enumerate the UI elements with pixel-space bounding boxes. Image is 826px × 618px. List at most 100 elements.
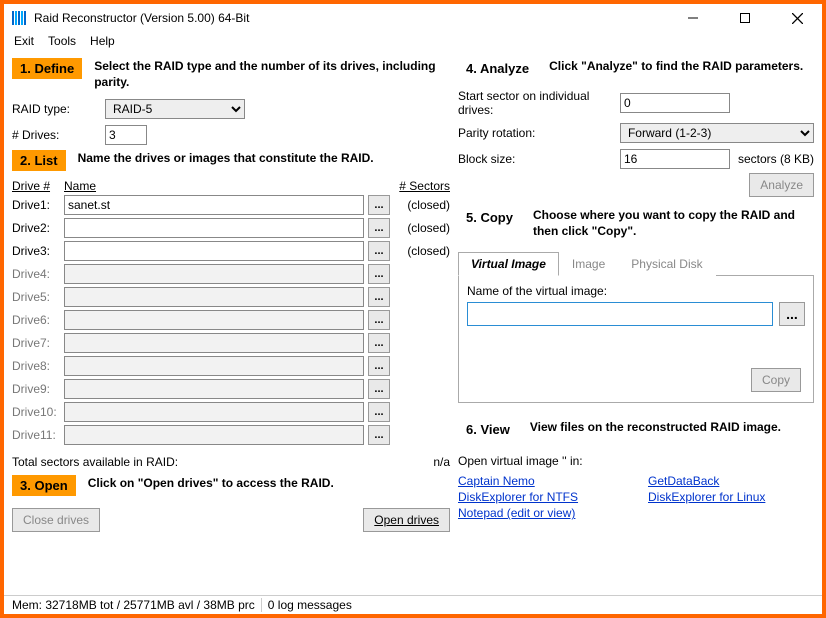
step-copy-badge: 5. Copy (458, 207, 521, 228)
menu-help[interactable]: Help (90, 34, 115, 48)
analyze-button[interactable]: Analyze (749, 173, 814, 197)
drive-status: (closed) (394, 244, 450, 258)
open-virtual-image-label: Open virtual image '' in: (458, 454, 814, 468)
drive-row: Drive3:... (closed) (12, 241, 450, 261)
tab-physical-disk[interactable]: Physical Disk (618, 252, 715, 276)
left-column: 1. Define Select the RAID type and the n… (12, 56, 450, 593)
virtual-image-input[interactable] (467, 302, 773, 326)
copy-tab-panel: Name of the virtual image: ... Copy (458, 276, 814, 403)
drive-label: Drive4: (12, 267, 60, 281)
tab-virtual-image[interactable]: Virtual Image (458, 252, 559, 276)
drive-label: Drive3: (12, 244, 60, 258)
drive-browse-button: ... (368, 356, 390, 376)
drive-name-input (64, 264, 364, 284)
drive-browse-button: ... (368, 310, 390, 330)
step-list-desc: Name the drives or images that constitut… (78, 150, 374, 166)
step-list-badge: 2. List (12, 150, 66, 171)
close-drives-button[interactable]: Close drives (12, 508, 100, 532)
drive-row: Drive6:... (12, 310, 450, 330)
drive-row: Drive7:... (12, 333, 450, 353)
drive-row: Drive11:... (12, 425, 450, 445)
minimize-button[interactable] (676, 8, 710, 28)
drive-label: Drive9: (12, 382, 60, 396)
status-memory: Mem: 32718MB tot / 25771MB avl / 38MB pr… (12, 598, 262, 612)
start-sector-label: Start sector on individual drives: (458, 89, 612, 117)
drive-browse-button[interactable]: ... (368, 218, 390, 238)
step-define-desc: Select the RAID type and the number of i… (94, 58, 450, 90)
block-size-label: Block size: (458, 152, 612, 166)
drive-browse-button: ... (368, 287, 390, 307)
step-analyze-desc: Click "Analyze" to find the RAID paramet… (549, 58, 803, 74)
num-drives-input[interactable] (105, 125, 147, 145)
step-open-desc: Click on "Open drives" to access the RAI… (88, 475, 334, 491)
drive-browse-button: ... (368, 402, 390, 422)
link-notepad[interactable]: Notepad (edit or view) (458, 506, 624, 520)
drive-name-input (64, 402, 364, 422)
step-define-badge: 1. Define (12, 58, 82, 79)
drive-status: (closed) (394, 198, 450, 212)
block-size-input[interactable] (620, 149, 730, 169)
raid-type-label: RAID type: (12, 102, 97, 116)
tab-image[interactable]: Image (559, 252, 618, 276)
parity-rotation-select[interactable]: Forward (1-2-3) (620, 123, 814, 143)
drive-label: Drive11: (12, 428, 60, 442)
drive-name-input[interactable] (64, 218, 364, 238)
header-drive-num: Drive # (12, 179, 64, 193)
link-captain-nemo[interactable]: Captain Nemo (458, 474, 624, 488)
content: 1. Define Select the RAID type and the n… (4, 54, 822, 595)
drive-name-input (64, 379, 364, 399)
virtual-image-browse-button[interactable]: ... (779, 302, 805, 326)
num-drives-label: # Drives: (12, 128, 97, 142)
step-view-badge: 6. View (458, 419, 518, 440)
virtual-image-label: Name of the virtual image: (467, 284, 805, 298)
drive-row: Drive8:... (12, 356, 450, 376)
drive-row: Drive4:... (12, 264, 450, 284)
drive-browse-button: ... (368, 333, 390, 353)
window-controls (676, 8, 814, 28)
drive-list-headers: Drive # Name # Sectors (12, 177, 450, 195)
parity-rotation-label: Parity rotation: (458, 126, 612, 140)
window-title: Raid Reconstructor (Version 5.00) 64-Bit (34, 11, 676, 25)
app-icon (12, 10, 28, 26)
header-drive-sectors: # Sectors (386, 179, 450, 193)
link-getdataback[interactable]: GetDataBack (648, 474, 814, 488)
header-drive-name: Name (64, 179, 386, 193)
step-analyze-header: 4. Analyze Click "Analyze" to find the R… (458, 58, 814, 79)
drive-row: Drive5:... (12, 287, 450, 307)
copy-button[interactable]: Copy (751, 368, 801, 392)
step-open-badge: 3. Open (12, 475, 76, 496)
drive-name-input (64, 310, 364, 330)
drive-row: Drive1:... (closed) (12, 195, 450, 215)
step-copy-desc: Choose where you want to copy the RAID a… (533, 207, 814, 239)
open-drives-button[interactable]: Open drives (363, 508, 450, 532)
step-copy-header: 5. Copy Choose where you want to copy th… (458, 207, 814, 239)
link-diskexplorer-linux[interactable]: DiskExplorer for Linux (648, 490, 814, 504)
drive-label: Drive1: (12, 198, 60, 212)
step-analyze-badge: 4. Analyze (458, 58, 537, 79)
drive-row: Drive9:... (12, 379, 450, 399)
drive-status: (closed) (394, 221, 450, 235)
block-size-suffix: sectors (8 KB) (738, 152, 814, 166)
maximize-button[interactable] (728, 8, 762, 28)
drive-label: Drive7: (12, 336, 60, 350)
menu-tools[interactable]: Tools (48, 34, 76, 48)
drive-name-input[interactable] (64, 241, 364, 261)
raid-type-select[interactable]: RAID-5 (105, 99, 245, 119)
drive-name-input[interactable] (64, 195, 364, 215)
drive-label: Drive8: (12, 359, 60, 373)
drive-browse-button[interactable]: ... (368, 241, 390, 261)
total-sectors-label: Total sectors available in RAID: (12, 455, 390, 469)
total-sectors-row: Total sectors available in RAID: n/a (12, 455, 450, 469)
menubar: Exit Tools Help (4, 32, 822, 54)
drive-browse-button: ... (368, 425, 390, 445)
step-view-header: 6. View View files on the reconstructed … (458, 419, 814, 440)
start-sector-input[interactable] (620, 93, 730, 113)
drive-label: Drive6: (12, 313, 60, 327)
drive-row: Drive2:... (closed) (12, 218, 450, 238)
step-open-header: 3. Open Click on "Open drives" to access… (12, 475, 450, 496)
close-button[interactable] (780, 8, 814, 28)
link-diskexplorer-ntfs[interactable]: DiskExplorer for NTFS (458, 490, 624, 504)
drive-label: Drive2: (12, 221, 60, 235)
menu-exit[interactable]: Exit (14, 34, 34, 48)
drive-browse-button[interactable]: ... (368, 195, 390, 215)
